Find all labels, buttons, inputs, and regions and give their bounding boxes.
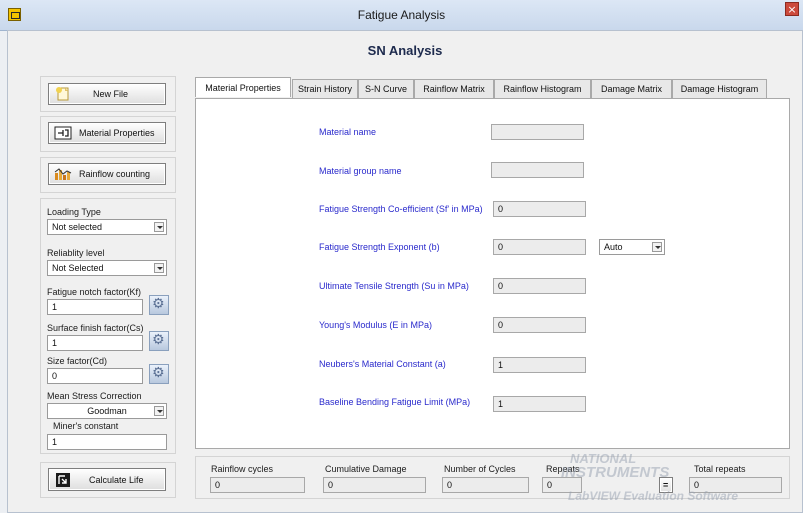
main-window: SN Analysis New File Material Properties — [7, 30, 803, 513]
tab-damage-histogram[interactable]: Damage Histogram — [672, 79, 767, 98]
neuber-constant-label: Neubers's Material Constant (a) — [319, 359, 446, 369]
total-repeats-label: Total repeats — [694, 464, 746, 474]
rainflow-counting-button[interactable]: Rainflow counting — [48, 163, 166, 185]
loading-type-select[interactable]: Not selected — [47, 219, 167, 235]
mean-stress-select[interactable]: Goodman — [47, 403, 167, 419]
watermark-labview: LabVIEW Evaluation Software — [568, 489, 739, 503]
mean-stress-label: Mean Stress Correction — [47, 391, 142, 401]
connector-icon — [54, 126, 72, 140]
rainflow-cycles-field: 0 — [210, 477, 305, 493]
strength-exponent-label: Fatigue Strength Exponent (b) — [319, 242, 440, 252]
surface-finish-browse-icon[interactable] — [149, 331, 169, 351]
reliability-level-select[interactable]: Not Selected — [47, 260, 167, 276]
material-group-label: Material group name — [319, 166, 402, 176]
rainflow-group: Rainflow counting — [40, 157, 176, 193]
cumulative-damage-label: Cumulative Damage — [325, 464, 407, 474]
miners-constant-field[interactable]: 1 — [47, 434, 167, 450]
loading-type-label: Loading Type — [47, 207, 101, 217]
fatigue-notch-browse-icon[interactable] — [149, 295, 169, 315]
tab-material-properties[interactable]: Material Properties — [195, 77, 291, 97]
calculate-group: Calculate Life — [40, 462, 176, 498]
close-button[interactable]: × — [785, 2, 799, 16]
surface-finish-field[interactable]: 1 — [47, 335, 143, 351]
calculate-life-button[interactable]: Calculate Life — [48, 468, 166, 491]
mean-stress-value: Goodman — [87, 406, 127, 416]
strength-exponent-mode-select[interactable]: Auto — [599, 239, 665, 255]
fatigue-notch-field[interactable]: 1 — [47, 299, 143, 315]
reliability-level-label: Reliablity level — [47, 248, 105, 258]
strength-coefficient-label: Fatigue Strength Co-efficient (Sf' in MP… — [319, 204, 483, 214]
material-properties-group: Material Properties — [40, 116, 176, 152]
loading-type-value: Not selected — [52, 222, 103, 232]
watermark-instruments: INSTRUMENTS — [561, 464, 670, 481]
strength-exponent-field[interactable]: 0 — [493, 239, 586, 255]
uts-label: Ultimate Tensile Strength (Su in MPa) — [319, 281, 469, 291]
chevron-down-icon — [154, 263, 164, 273]
strength-coefficient-field[interactable]: 0 — [493, 201, 586, 217]
page-title: SN Analysis — [367, 43, 443, 58]
number-of-cycles-field: 0 — [442, 477, 529, 493]
fatigue-notch-label: Fatigue notch factor(Kf) — [47, 287, 142, 297]
number-of-cycles-label: Number of Cycles — [444, 464, 516, 474]
youngs-modulus-label: Young's Modulus (E in MPa) — [319, 320, 432, 330]
size-factor-field[interactable]: 0 — [47, 368, 143, 384]
strength-exponent-mode-value: Auto — [604, 242, 623, 252]
parameters-group: Loading Type Not selected Reliablity lev… — [40, 198, 176, 454]
tab-rainflow-matrix[interactable]: Rainflow Matrix — [414, 79, 494, 98]
miners-constant-label: Miner's constant — [53, 421, 119, 431]
calculate-icon — [56, 472, 70, 487]
material-name-field[interactable] — [491, 124, 584, 140]
window-title: Fatigue Analysis — [357, 8, 446, 22]
neuber-constant-field[interactable]: 1 — [493, 357, 586, 373]
chevron-down-icon — [154, 222, 164, 232]
rainflow-cycles-label: Rainflow cycles — [211, 464, 274, 474]
tab-sn-curve[interactable]: S-N Curve — [358, 79, 414, 98]
tab-rainflow-histogram[interactable]: Rainflow Histogram — [494, 79, 591, 98]
material-properties-panel: Material name Material group name Fatigu… — [195, 98, 790, 449]
youngs-modulus-field[interactable]: 0 — [493, 317, 586, 333]
tab-strain-history[interactable]: Strain History — [292, 79, 358, 98]
chevron-down-icon — [154, 406, 164, 416]
title-bar: Fatigue Analysis × — [0, 0, 803, 31]
size-factor-label: Size factor(Cd) — [47, 356, 108, 366]
surface-finish-label: Surface finish factor(Cs) — [47, 323, 144, 333]
chevron-down-icon — [652, 242, 662, 252]
new-file-button[interactable]: New File — [48, 83, 166, 105]
tab-damage-matrix[interactable]: Damage Matrix — [591, 79, 672, 98]
new-file-icon — [56, 87, 69, 101]
material-properties-button[interactable]: Material Properties — [48, 122, 166, 144]
baseline-limit-field[interactable]: 1 — [493, 396, 586, 412]
material-group-field[interactable] — [491, 162, 584, 178]
new-file-group: New File — [40, 76, 176, 112]
rainflow-chart-icon — [54, 168, 72, 180]
cumulative-damage-field: 0 — [323, 477, 426, 493]
material-name-label: Material name — [319, 127, 377, 137]
baseline-limit-label: Baseline Bending Fatigue Limit (MPa) — [319, 397, 471, 407]
reliability-level-value: Not Selected — [52, 263, 104, 273]
uts-field[interactable]: 0 — [493, 278, 586, 294]
size-factor-browse-icon[interactable] — [149, 364, 169, 384]
